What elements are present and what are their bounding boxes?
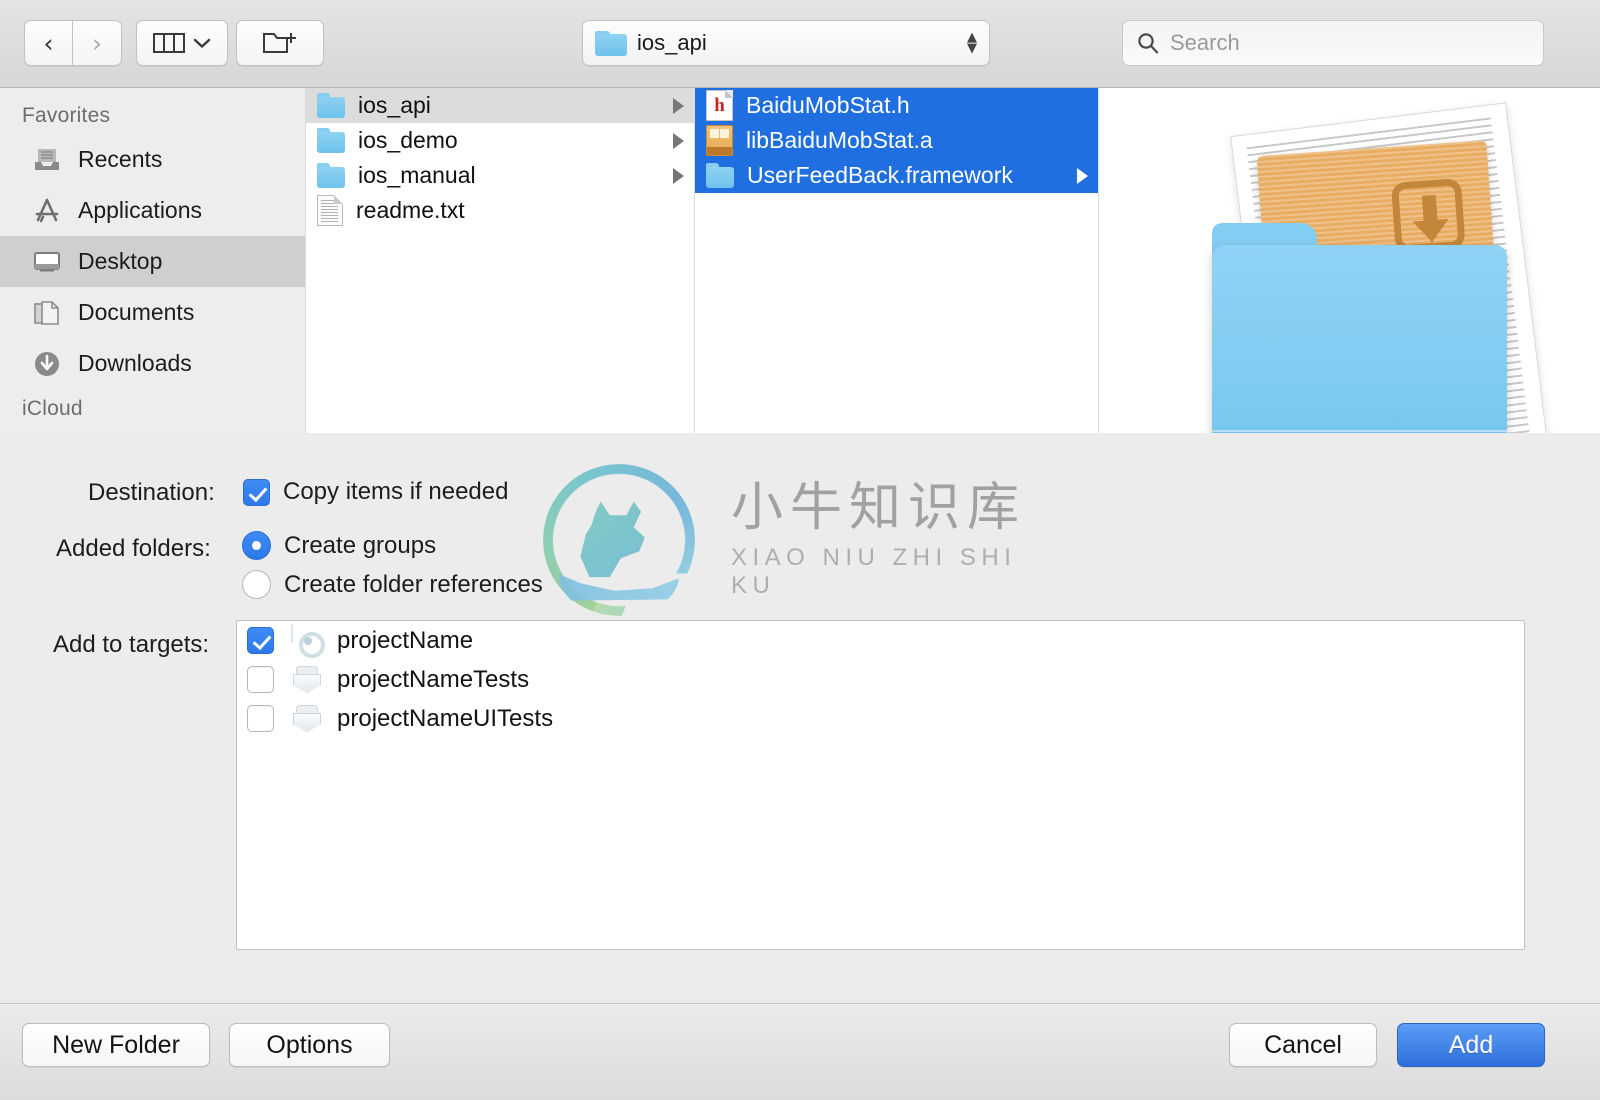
file-row-baidumobstat-h[interactable]: h BaiduMobStat.h — [695, 88, 1098, 123]
create-folder-references-label: Create folder references — [284, 570, 543, 598]
destination-label: Destination: — [88, 479, 215, 506]
added-folders-label-row: Added folders: — [56, 535, 211, 563]
target-row-projectnametests[interactable]: projectNameTests — [237, 660, 1524, 699]
add-to-targets-list[interactable]: projectName projectNameTests projectName… — [236, 620, 1525, 950]
search-field[interactable]: Search — [1122, 20, 1544, 66]
file-name: libBaiduMobStat.a — [746, 127, 933, 153]
add-to-targets-label: Add to targets: — [53, 631, 210, 658]
documents-icon — [32, 298, 62, 328]
target-row-projectname[interactable]: projectName — [237, 621, 1524, 660]
target-checkbox[interactable] — [247, 627, 274, 654]
cancel-button[interactable]: Cancel — [1229, 1023, 1377, 1067]
new-folder-toolbar-button[interactable] — [236, 20, 324, 66]
file-row-readme-txt[interactable]: readme.txt — [306, 193, 694, 228]
file-row-userfeedback-framework[interactable]: UserFeedBack.framework — [695, 158, 1098, 193]
file-row-libbaidumobstat-a[interactable]: libBaiduMobStat.a — [695, 123, 1098, 158]
destination-row: Destination: — [88, 479, 215, 507]
folder-icon — [317, 128, 345, 153]
add-to-targets-label-row: Add to targets: — [53, 631, 209, 659]
file-name: readme.txt — [356, 197, 465, 223]
add-button[interactable]: Add — [1397, 1023, 1545, 1067]
create-folder-references-option[interactable]: Create folder references — [242, 570, 543, 599]
folder-icon — [595, 30, 627, 56]
copy-items-checkbox[interactable] — [243, 478, 270, 506]
applications-icon — [32, 196, 62, 226]
sidebar-item-label: Recents — [78, 146, 163, 172]
file-name: ios_api — [358, 92, 431, 118]
sidebar-item-label: Downloads — [78, 350, 192, 376]
toolbar: ‹ › ios_api ▲ ▼ Search — [0, 0, 1600, 88]
column-view-icon — [153, 33, 185, 53]
sidebar-item-documents[interactable]: Documents — [0, 287, 305, 338]
sidebar-item-desktop[interactable]: Desktop — [0, 236, 305, 287]
new-folder-icon — [263, 33, 296, 53]
file-name: ios_manual — [358, 162, 476, 188]
disclosure-arrow-icon — [673, 132, 684, 149]
target-name: projectNameTests — [337, 665, 530, 693]
view-mode-button[interactable] — [136, 20, 228, 66]
target-name: projectNameUITests — [337, 704, 554, 732]
added-folders-label: Added folders: — [56, 535, 211, 562]
path-popup-button[interactable]: ios_api ▲ ▼ — [582, 20, 990, 66]
chevron-down-icon — [193, 38, 211, 48]
chevron-right-icon: › — [92, 28, 102, 58]
target-name: projectName — [337, 626, 474, 654]
create-groups-radio[interactable] — [242, 531, 271, 560]
document-icon — [317, 195, 343, 226]
options-button[interactable]: Options — [229, 1023, 390, 1067]
create-folder-references-radio[interactable] — [242, 570, 271, 599]
bottom-bar: New Folder Options Cancel Add — [0, 1003, 1600, 1100]
copy-items-label: Copy items if needed — [283, 478, 509, 505]
target-checkbox[interactable] — [247, 705, 274, 732]
browser-column-1: ios_api ios_demo ios_manual readme.txt — [306, 88, 695, 433]
open-panel-dialog: ‹ › ios_api ▲ ▼ Search Favorites Recents… — [0, 0, 1600, 1100]
folder-icon — [317, 163, 345, 188]
file-row-ios-manual[interactable]: ios_manual — [306, 158, 694, 193]
back-button[interactable]: ‹ — [24, 20, 72, 66]
file-browser: Favorites Recents Applications Desktop D… — [0, 88, 1600, 433]
recents-icon — [32, 145, 62, 175]
sidebar-section-icloud: iCloud — [22, 397, 83, 420]
browser-column-2: h BaiduMobStat.h libBaiduMobStat.a UserF… — [695, 88, 1099, 433]
up-down-stepper-icon: ▲ ▼ — [967, 30, 977, 56]
create-groups-label: Create groups — [284, 531, 437, 559]
header-file-icon: h — [706, 90, 733, 121]
sidebar-item-recents[interactable]: Recents — [0, 134, 305, 185]
preview-pane — [1099, 88, 1600, 433]
disclosure-arrow-icon — [673, 167, 684, 184]
folder-preview-icon — [1212, 223, 1507, 433]
downloads-icon — [32, 349, 62, 379]
folder-icon — [317, 93, 345, 118]
sidebar: Favorites Recents Applications Desktop D… — [0, 88, 306, 433]
forward-button[interactable]: › — [72, 20, 122, 66]
app-target-icon — [291, 623, 323, 657]
create-groups-option[interactable]: Create groups — [242, 531, 436, 560]
file-name: BaiduMobStat.h — [746, 92, 910, 118]
desktop-icon — [32, 247, 62, 277]
new-folder-button[interactable]: New Folder — [22, 1023, 210, 1067]
search-icon — [1138, 33, 1159, 54]
sidebar-item-applications[interactable]: Applications — [0, 185, 305, 236]
disclosure-arrow-icon — [1077, 167, 1088, 184]
file-name: UserFeedBack.framework — [747, 162, 1013, 188]
disclosure-arrow-icon — [673, 97, 684, 114]
sidebar-section-favorites: Favorites — [22, 104, 111, 127]
test-target-icon — [291, 703, 323, 735]
chevron-left-icon: ‹ — [43, 28, 54, 58]
file-row-ios-api[interactable]: ios_api — [306, 88, 694, 123]
search-placeholder: Search — [1170, 30, 1240, 55]
sidebar-item-downloads[interactable]: Downloads — [0, 338, 305, 389]
copy-items-option[interactable]: Copy items if needed — [243, 478, 508, 506]
file-name: ios_demo — [358, 127, 458, 153]
target-row-projectnameuitests[interactable]: projectNameUITests — [237, 699, 1524, 738]
sidebar-item-label: Desktop — [78, 248, 163, 274]
path-popup-label: ios_api — [637, 30, 707, 55]
sidebar-item-label: Applications — [78, 197, 203, 223]
sidebar-item-label: Documents — [78, 299, 195, 325]
target-checkbox[interactable] — [247, 666, 274, 693]
file-row-ios-demo[interactable]: ios_demo — [306, 123, 694, 158]
archive-file-icon — [706, 125, 733, 156]
test-target-icon — [291, 664, 323, 696]
folder-icon — [706, 163, 734, 188]
